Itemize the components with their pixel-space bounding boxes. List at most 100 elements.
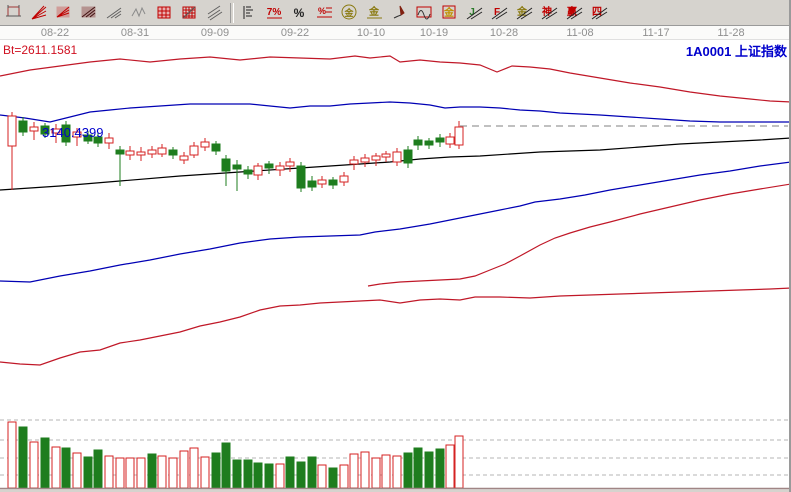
volume-bar [318, 465, 326, 488]
volume-bar [94, 450, 102, 488]
svg-text:%: % [318, 6, 326, 16]
percent7-indicator-button[interactable]: 7% [262, 1, 287, 25]
shen-diag-indicator-button[interactable]: 神 [537, 1, 562, 25]
volume-bar [297, 462, 305, 488]
candle-body [116, 150, 124, 154]
parallel-lines-tool-icon [205, 4, 224, 21]
zigzag-tool[interactable] [127, 1, 152, 25]
percent-indicator-button[interactable]: % [287, 1, 312, 25]
candle-body [126, 151, 134, 155]
volume-bar [254, 463, 262, 488]
candle-body [436, 138, 444, 142]
candle-body [404, 150, 412, 163]
volume-bar [372, 458, 380, 488]
candle-body [233, 165, 241, 169]
parallel-lines-tool[interactable] [202, 1, 227, 25]
date-label: 11-28 [717, 27, 744, 39]
candle-body [455, 127, 463, 145]
mid-black-line [0, 138, 791, 190]
j-lines-indicator-button[interactable]: J [462, 1, 487, 25]
symbol-title-label: 1A0001 上证指数 [686, 44, 788, 59]
bt-value-label: Bt=2611.1581 [3, 43, 78, 57]
selection-box-tool-icon [5, 4, 24, 21]
grid-red-tool-icon [180, 4, 199, 21]
volume-bar [393, 456, 401, 488]
f-lines-indicator-button[interactable]: F [487, 1, 512, 25]
gold-coin-indicator-button-icon: 金 [340, 4, 359, 21]
date-label: 08-31 [121, 27, 149, 39]
candle-body [19, 121, 27, 132]
zigzag-tool-icon [130, 4, 149, 21]
gold-coin-indicator-button[interactable]: 金 [337, 1, 362, 25]
si-diag-indicator-button[interactable]: 四 [587, 1, 612, 25]
candle-body [8, 116, 16, 146]
candle-body [169, 150, 177, 155]
volume-bar [52, 447, 60, 488]
date-label: 09-09 [201, 27, 229, 39]
gann-shade-tool[interactable] [77, 1, 102, 25]
gold-box-indicator-button-icon: 金 [440, 4, 459, 21]
date-label: 11-17 [642, 27, 669, 39]
indicator-list-button-icon [240, 4, 259, 21]
candle-body [148, 150, 156, 154]
gold-diag-indicator-button-icon: 金 [515, 4, 534, 21]
volume-bar [329, 468, 337, 488]
volume-bar [212, 453, 220, 488]
candle-body [180, 156, 188, 160]
ray-fan-tool-icon [30, 4, 49, 21]
date-label: 11-08 [566, 27, 593, 39]
candle-body [190, 146, 198, 155]
selection-box-tool[interactable] [2, 1, 27, 25]
ray-fan-tool[interactable] [27, 1, 52, 25]
grid-red-tool[interactable] [177, 1, 202, 25]
volume-bar [404, 453, 412, 488]
gold-line-indicator-button[interactable]: 金 [362, 1, 387, 25]
percent7-indicator-button-icon: 7% [265, 4, 284, 21]
candle-body [276, 166, 284, 170]
shen-diag-indicator-button-icon: 神 [540, 4, 559, 21]
svg-text:金: 金 [443, 6, 455, 19]
brush-indicator-button[interactable] [387, 1, 412, 25]
gold-box-indicator-button[interactable]: 金 [437, 1, 462, 25]
trend-line-tool-icon [105, 4, 124, 21]
percent-lines-indicator-button[interactable]: % [312, 1, 337, 25]
candle-body [286, 162, 294, 166]
grid-tool[interactable] [152, 1, 177, 25]
wave-indicator-button[interactable] [412, 1, 437, 25]
candle-body [158, 148, 166, 154]
ying-diag-indicator-button-icon: 赢 [565, 4, 584, 21]
candle-body [212, 144, 220, 151]
toolbar: 7%%%金金金JF金神赢四 [0, 0, 791, 26]
gold-diag-indicator-button[interactable]: 金 [512, 1, 537, 25]
volume-bar [382, 455, 390, 488]
gann-box-tool[interactable] [52, 1, 77, 25]
price-tag-label: 3140.4399 [42, 125, 103, 140]
candle-body [137, 152, 145, 155]
date-axis: 08-2208-3109-0909-2210-1010-1910-2811-08… [0, 26, 791, 40]
brush-indicator-button-icon [390, 4, 409, 21]
volume-bar [190, 448, 198, 488]
j-lines-indicator-button-icon: J [465, 4, 484, 21]
volume-bar [30, 442, 38, 488]
candle-body [201, 142, 209, 147]
indicator-list-button[interactable] [237, 1, 262, 25]
grid-tool-icon [155, 4, 174, 21]
volume-bar [265, 464, 273, 488]
date-label: 10-19 [420, 27, 448, 39]
candle-body [254, 166, 262, 175]
upper-red-band [0, 56, 791, 102]
candle-body [222, 159, 230, 171]
date-label: 10-28 [490, 27, 518, 39]
volume-bar [105, 456, 113, 488]
trend-line-tool[interactable] [102, 1, 127, 25]
chart-canvas[interactable]: Bt=2611.1581 1A0001 上证指数 3140.4399 [0, 40, 791, 492]
svg-text:7%: 7% [267, 7, 282, 18]
ying-diag-indicator-button[interactable]: 赢 [562, 1, 587, 25]
candle-body [446, 137, 454, 144]
date-label: 09-22 [281, 27, 309, 39]
volume-bar [116, 458, 124, 488]
candle-body [382, 154, 390, 157]
percent-lines-indicator-button-icon: % [315, 4, 334, 21]
percent-indicator-button-icon: % [290, 4, 309, 21]
volume-bar [233, 460, 241, 488]
